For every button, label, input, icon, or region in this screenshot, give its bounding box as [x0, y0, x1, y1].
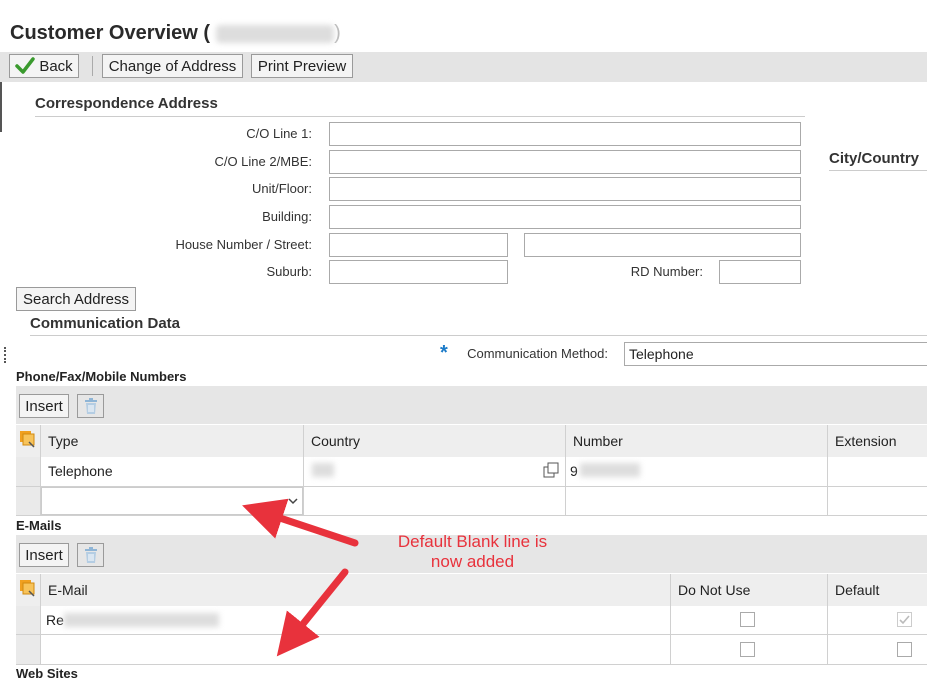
splitter-handle[interactable]: [4, 347, 8, 363]
unit-floor-input[interactable]: [329, 177, 801, 201]
col-divider: [40, 574, 41, 664]
search-address-button[interactable]: Search Address: [16, 287, 136, 311]
email-col-do-not-use: Do Not Use: [678, 582, 751, 598]
co-line2-label: C/O Line 2/MBE:: [214, 154, 312, 169]
do-not-use-checkbox-new[interactable]: [740, 642, 755, 657]
page-title: Customer Overview (): [10, 22, 341, 44]
copy-icon[interactable]: [543, 462, 559, 483]
left-rail: [0, 82, 2, 132]
checkmark-icon: [15, 57, 36, 74]
phone-insert-button[interactable]: Insert: [19, 394, 69, 418]
row-divider: [16, 664, 927, 665]
annotation-callout: Default Blank line is now added: [397, 532, 548, 571]
row-selector-column[interactable]: [16, 606, 40, 664]
phone-row-number: 9: [570, 463, 578, 479]
house-number-input[interactable]: [329, 233, 508, 257]
phone-numbers-heading: Phone/Fax/Mobile Numbers: [16, 369, 187, 384]
col-divider: [827, 425, 828, 515]
col-divider: [565, 425, 566, 515]
rd-number-label: RD Number:: [630, 264, 703, 279]
col-divider: [303, 425, 304, 515]
co-line1-input[interactable]: [329, 122, 801, 146]
section-divider: [829, 170, 927, 171]
co-line2-input[interactable]: [329, 150, 801, 174]
phone-table-toolbar: [16, 386, 927, 424]
suburb-input[interactable]: [329, 260, 508, 284]
communication-method-field[interactable]: Telephone: [624, 342, 927, 366]
toolbar-separator: [92, 56, 93, 76]
table-settings-icon[interactable]: [19, 430, 37, 453]
change-of-address-button[interactable]: Change of Address: [102, 54, 243, 78]
phone-col-type: Type: [48, 433, 79, 449]
trash-icon: [84, 398, 97, 414]
city-country-heading: City/Country: [829, 150, 919, 167]
correspondence-address-heading: Correspondence Address: [35, 95, 218, 112]
row-divider: [16, 634, 927, 635]
co-line1-label: C/O Line 1:: [246, 126, 312, 141]
trash-icon: [84, 547, 97, 563]
email-col-email: E-Mail: [48, 582, 88, 598]
phone-row-type: Telephone: [48, 463, 113, 479]
print-preview-button[interactable]: Print Preview: [251, 54, 353, 78]
default-checkbox[interactable]: [897, 612, 912, 627]
rd-number-input[interactable]: [719, 260, 801, 284]
unit-floor-label: Unit/Floor:: [252, 181, 312, 196]
do-not-use-checkbox[interactable]: [740, 612, 755, 627]
section-divider: [30, 335, 927, 336]
phone-col-country: Country: [311, 433, 361, 449]
chevron-down-icon: [288, 498, 298, 505]
row-divider: [16, 515, 927, 516]
table-settings-icon[interactable]: [19, 579, 37, 602]
back-button[interactable]: Back: [9, 54, 79, 78]
default-checkbox-new[interactable]: [897, 642, 912, 657]
new-phone-type-select[interactable]: [41, 487, 303, 515]
phone-table-header: [16, 425, 927, 457]
section-divider: [35, 116, 805, 117]
col-divider: [670, 574, 671, 664]
suburb-label: Suburb:: [266, 264, 312, 279]
house-street-label: House Number / Street:: [175, 237, 312, 252]
redacted-number: [580, 463, 640, 477]
communication-data-heading: Communication Data: [30, 315, 181, 332]
building-label: Building:: [262, 209, 312, 224]
email-col-default: Default: [835, 582, 880, 598]
email-row-value: Re: [46, 612, 64, 628]
redacted-email: [64, 613, 219, 627]
communication-method-label: Communication Method:: [467, 346, 608, 361]
phone-col-extension: Extension: [835, 433, 897, 449]
redacted-customer-name: [216, 24, 335, 43]
building-input[interactable]: [329, 205, 801, 229]
street-input[interactable]: [524, 233, 801, 257]
phone-col-number: Number: [573, 433, 623, 449]
emails-heading: E-Mails: [16, 518, 62, 533]
email-delete-button[interactable]: [77, 543, 104, 567]
phone-delete-button[interactable]: [77, 394, 104, 418]
email-insert-button[interactable]: Insert: [19, 543, 69, 567]
col-divider: [827, 574, 828, 664]
email-table-header: [16, 574, 927, 606]
checkmark-icon: [899, 615, 910, 625]
redacted-country: [312, 463, 334, 477]
